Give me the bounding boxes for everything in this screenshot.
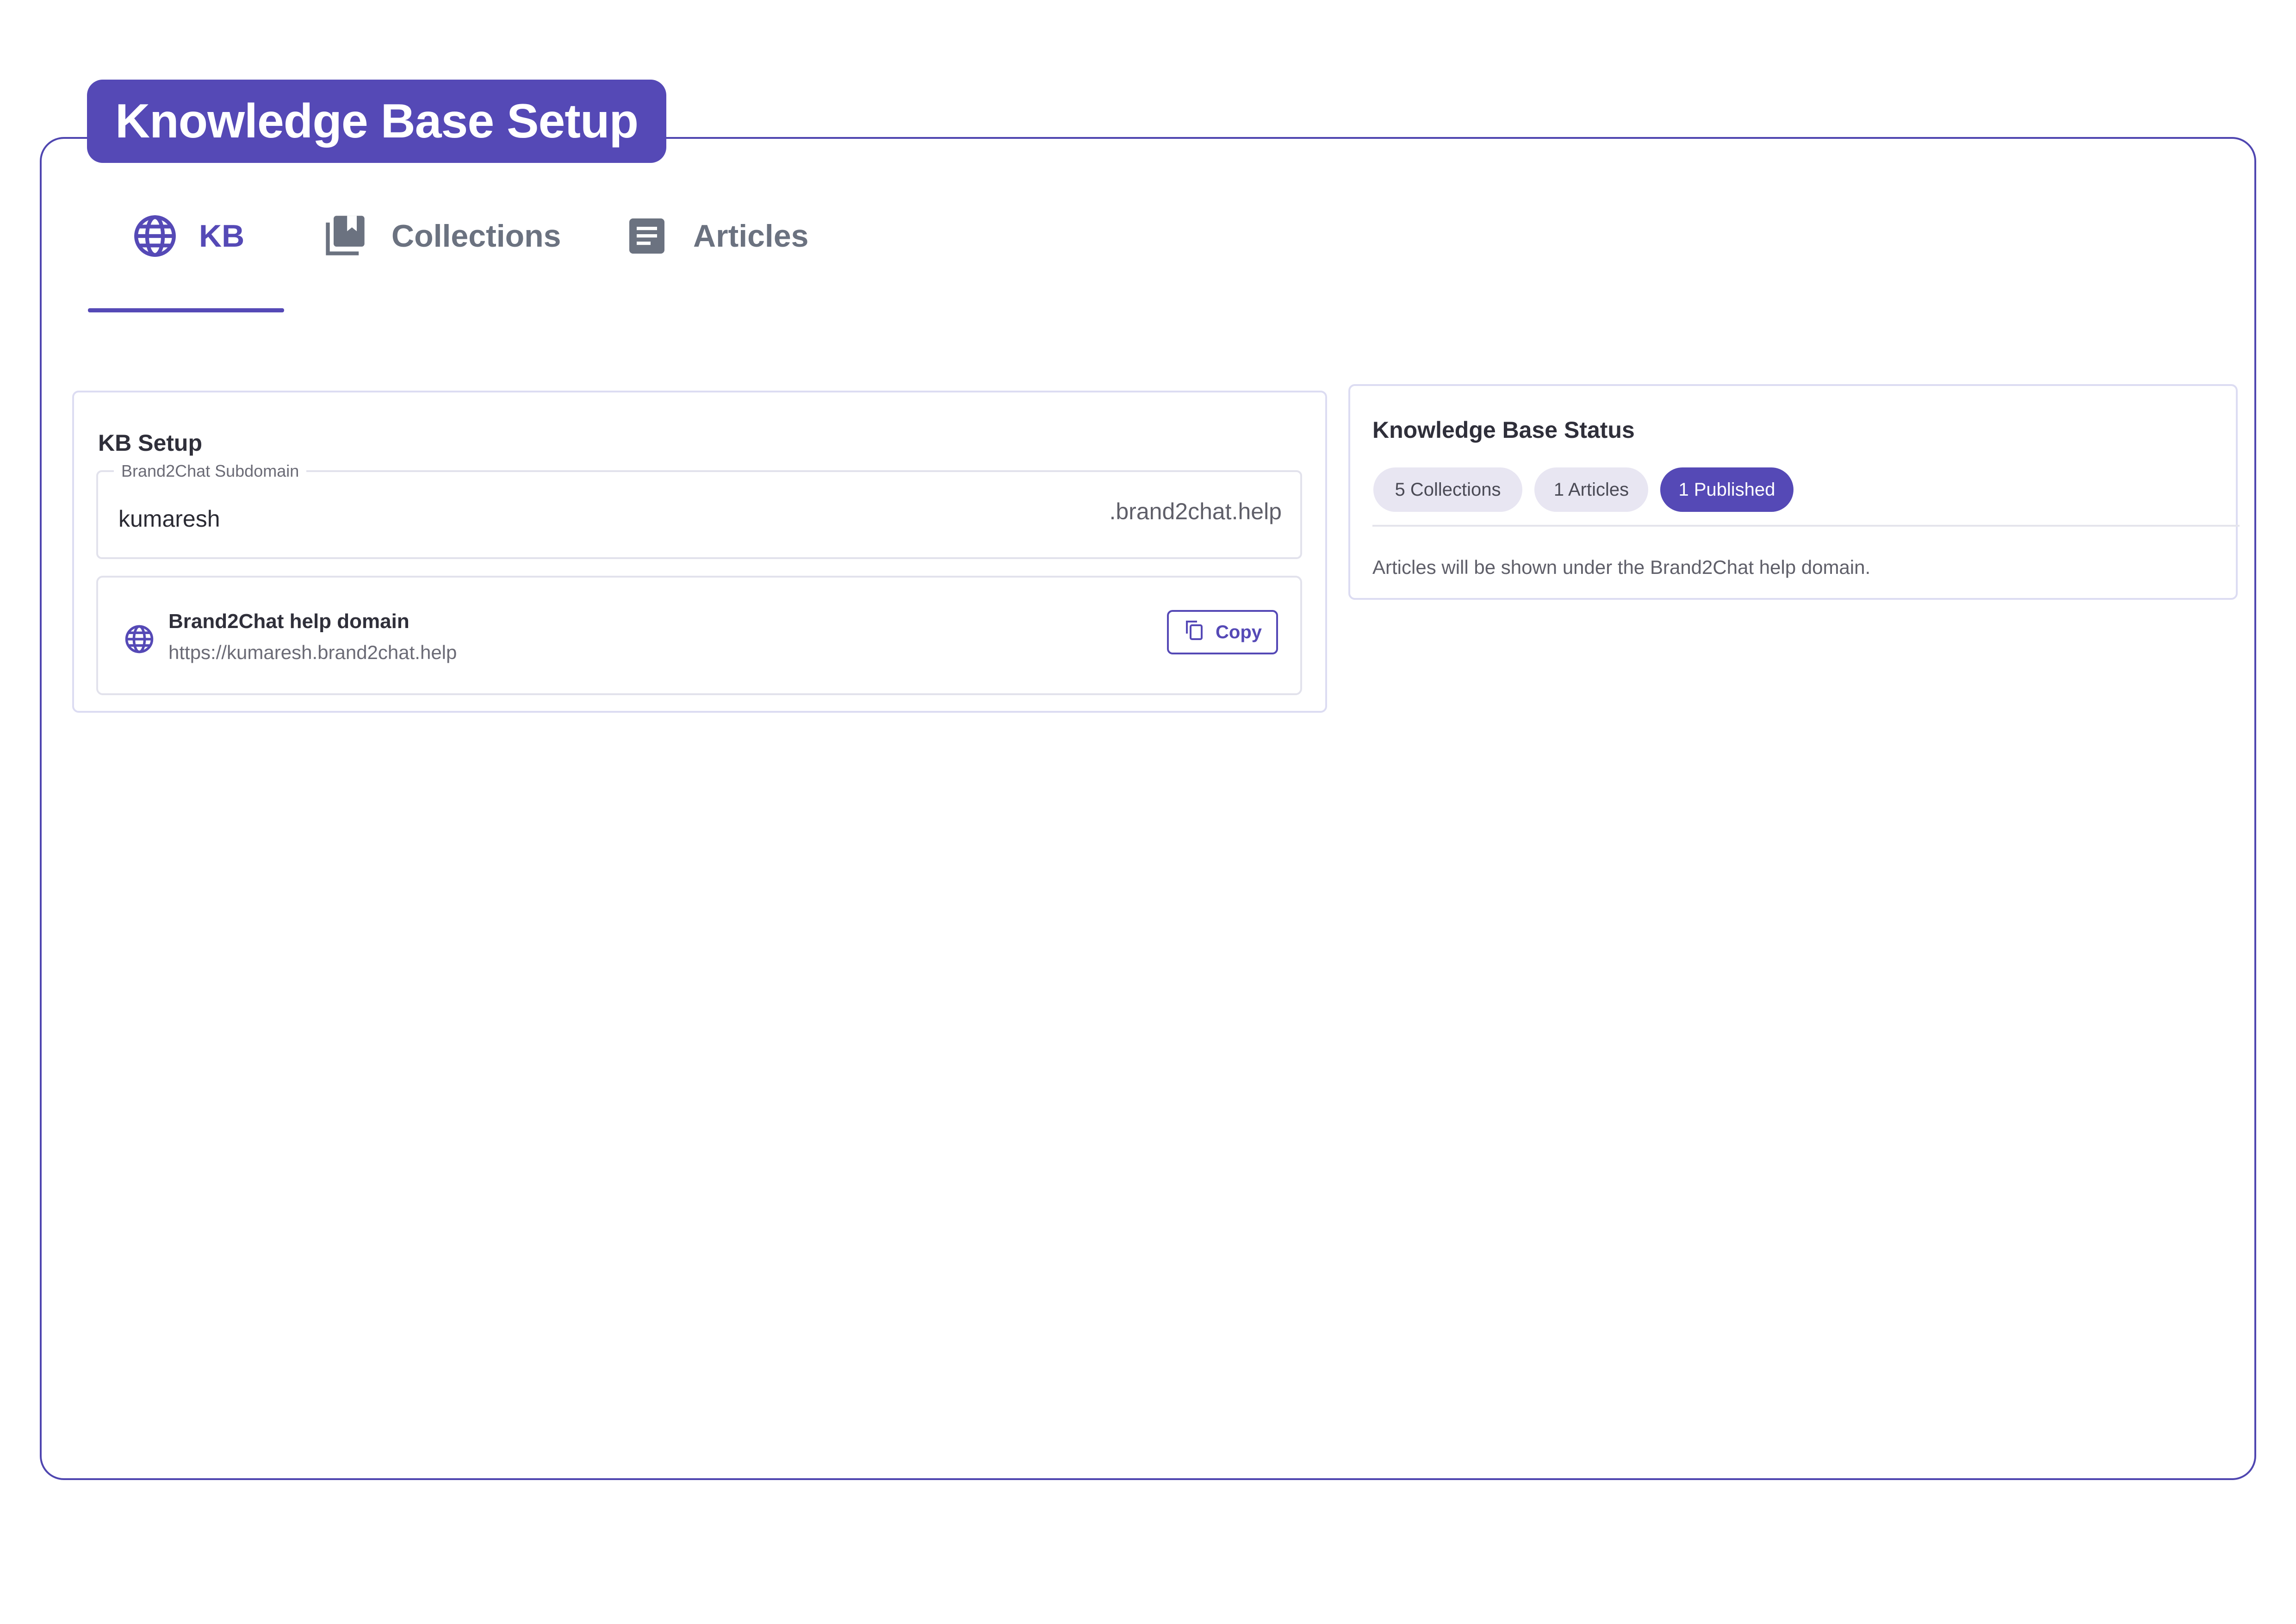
subdomain-label: Brand2Chat Subdomain <box>114 462 307 480</box>
library-books-icon <box>322 213 368 259</box>
article-icon <box>625 214 669 258</box>
tab-collections-label: Collections <box>391 218 561 254</box>
help-domain-url: https://kumaresh.brand2chat.help <box>168 641 457 663</box>
main-frame <box>40 137 2256 1480</box>
tab-collections[interactable]: Collections <box>322 204 561 268</box>
kb-status-title: Knowledge Base Status <box>1372 417 1635 443</box>
globe-icon <box>132 213 178 259</box>
copy-button-label: Copy <box>1216 622 1262 642</box>
tab-kb-label: KB <box>199 218 245 254</box>
copy-icon <box>1183 619 1205 646</box>
tab-kb[interactable]: KB <box>132 204 244 268</box>
copy-button[interactable]: Copy <box>1167 610 1278 654</box>
articles-count-badge: 1 Articles <box>1534 467 1648 512</box>
published-count-text: 1 Published <box>1678 479 1775 500</box>
articles-count-text: 1 Articles <box>1553 479 1629 500</box>
status-divider <box>1372 525 2240 527</box>
page-title: Knowledge Base Setup <box>87 80 666 163</box>
status-note: Articles will be shown under the Brand2C… <box>1372 556 1871 578</box>
collections-count-text: 5 Collections <box>1395 479 1501 500</box>
tab-articles[interactable]: Articles <box>625 204 808 268</box>
kb-status-card: Knowledge Base Status 5 Collections 1 Ar… <box>1348 384 2240 600</box>
help-domain-title: Brand2Chat help domain <box>168 610 410 633</box>
kb-setup-card: KB Setup Brand2Chat Subdomain kumaresh .… <box>72 391 1327 713</box>
subdomain-field[interactable]: Brand2Chat Subdomain kumaresh .brand2cha… <box>96 462 1302 559</box>
help-domain-box: Brand2Chat help domain https://kumaresh.… <box>96 576 1302 695</box>
subdomain-input[interactable]: kumaresh <box>118 505 220 532</box>
globe-icon <box>124 624 155 657</box>
published-count-badge: 1 Published <box>1660 467 1793 512</box>
tab-articles-label: Articles <box>693 218 809 254</box>
collections-count-badge: 5 Collections <box>1373 467 1522 512</box>
active-tab-indicator <box>88 308 284 312</box>
page-title-text: Knowledge Base Setup <box>115 94 639 148</box>
kb-setup-title: KB Setup <box>98 430 202 456</box>
subdomain-suffix: .brand2chat.help <box>1109 498 1282 524</box>
